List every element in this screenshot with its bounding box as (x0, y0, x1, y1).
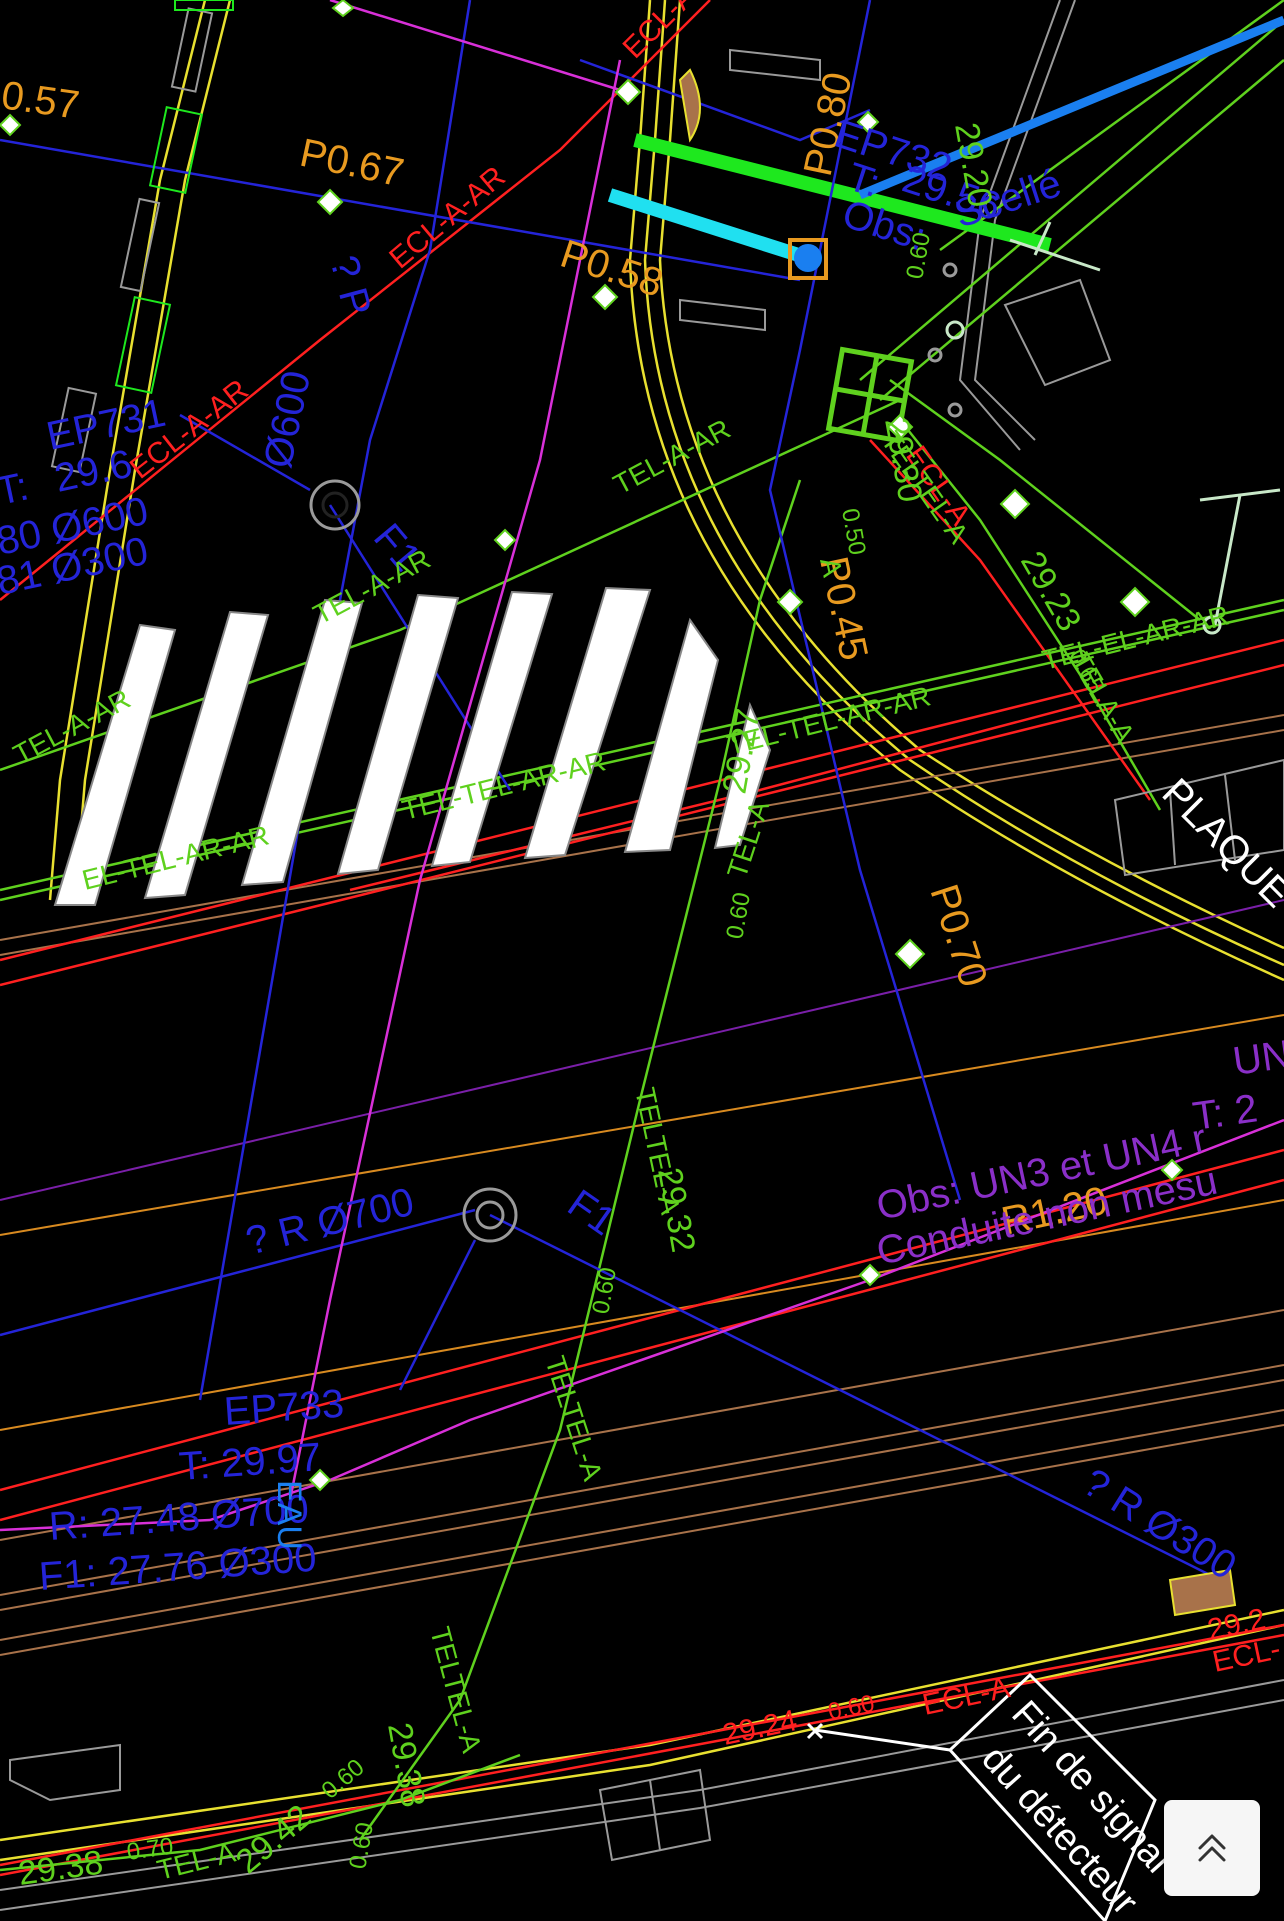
scroll-to-top-button[interactable] (1164, 1800, 1260, 1896)
label-un: UN (1230, 1032, 1284, 1084)
label-eau: EAU (270, 1480, 308, 1550)
utility-network-plan[interactable]: 0.57 P0.67 P0.58 P0.80 P0.45 P0.70 R1.20… (0, 0, 1284, 1921)
chevron-up-icon (1198, 1834, 1226, 1862)
label-ep733: EP733 (223, 1382, 346, 1434)
